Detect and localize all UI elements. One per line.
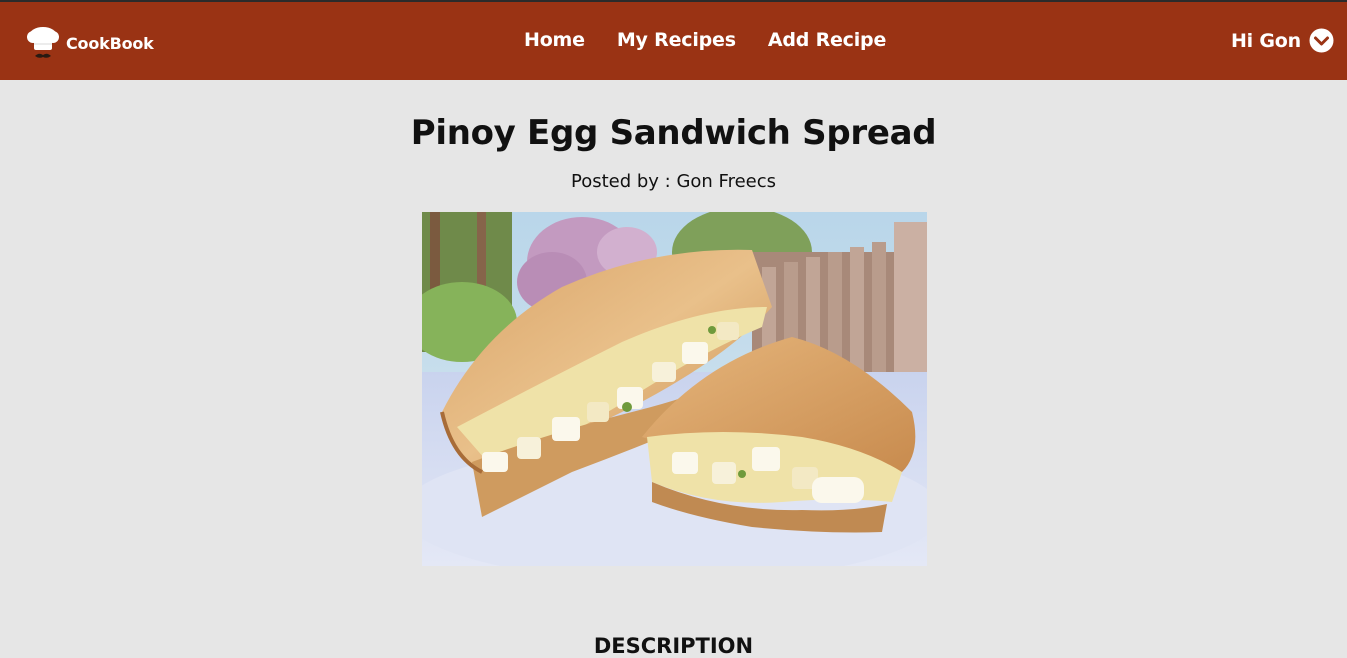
brand-link[interactable]: CookBook bbox=[24, 24, 154, 66]
recipe-title: Pinoy Egg Sandwich Spread bbox=[410, 113, 937, 153]
recipe-image bbox=[422, 212, 927, 566]
chef-hat-logo-icon bbox=[27, 27, 59, 58]
recipe-author: Posted by : Gon Freecs bbox=[570, 171, 777, 192]
user-menu[interactable]: Hi Gon bbox=[1231, 28, 1334, 53]
nav-link-my-recipes[interactable]: My Recipes bbox=[601, 29, 752, 51]
nav-link-home[interactable]: Home bbox=[508, 29, 601, 51]
brand-name: CookBook bbox=[66, 33, 154, 53]
sandwich-photo bbox=[422, 212, 927, 566]
chevron-down-circle-icon[interactable] bbox=[1309, 28, 1334, 53]
main-nav: Home My Recipes Add Recipe bbox=[508, 29, 902, 51]
navbar: CookBook Home My Recipes Add Recipe Hi G… bbox=[0, 2, 1347, 80]
description-heading: DESCRIPTION bbox=[593, 634, 754, 658]
nav-link-add-recipe[interactable]: Add Recipe bbox=[752, 29, 902, 51]
user-greeting: Hi Gon bbox=[1230, 29, 1301, 52]
